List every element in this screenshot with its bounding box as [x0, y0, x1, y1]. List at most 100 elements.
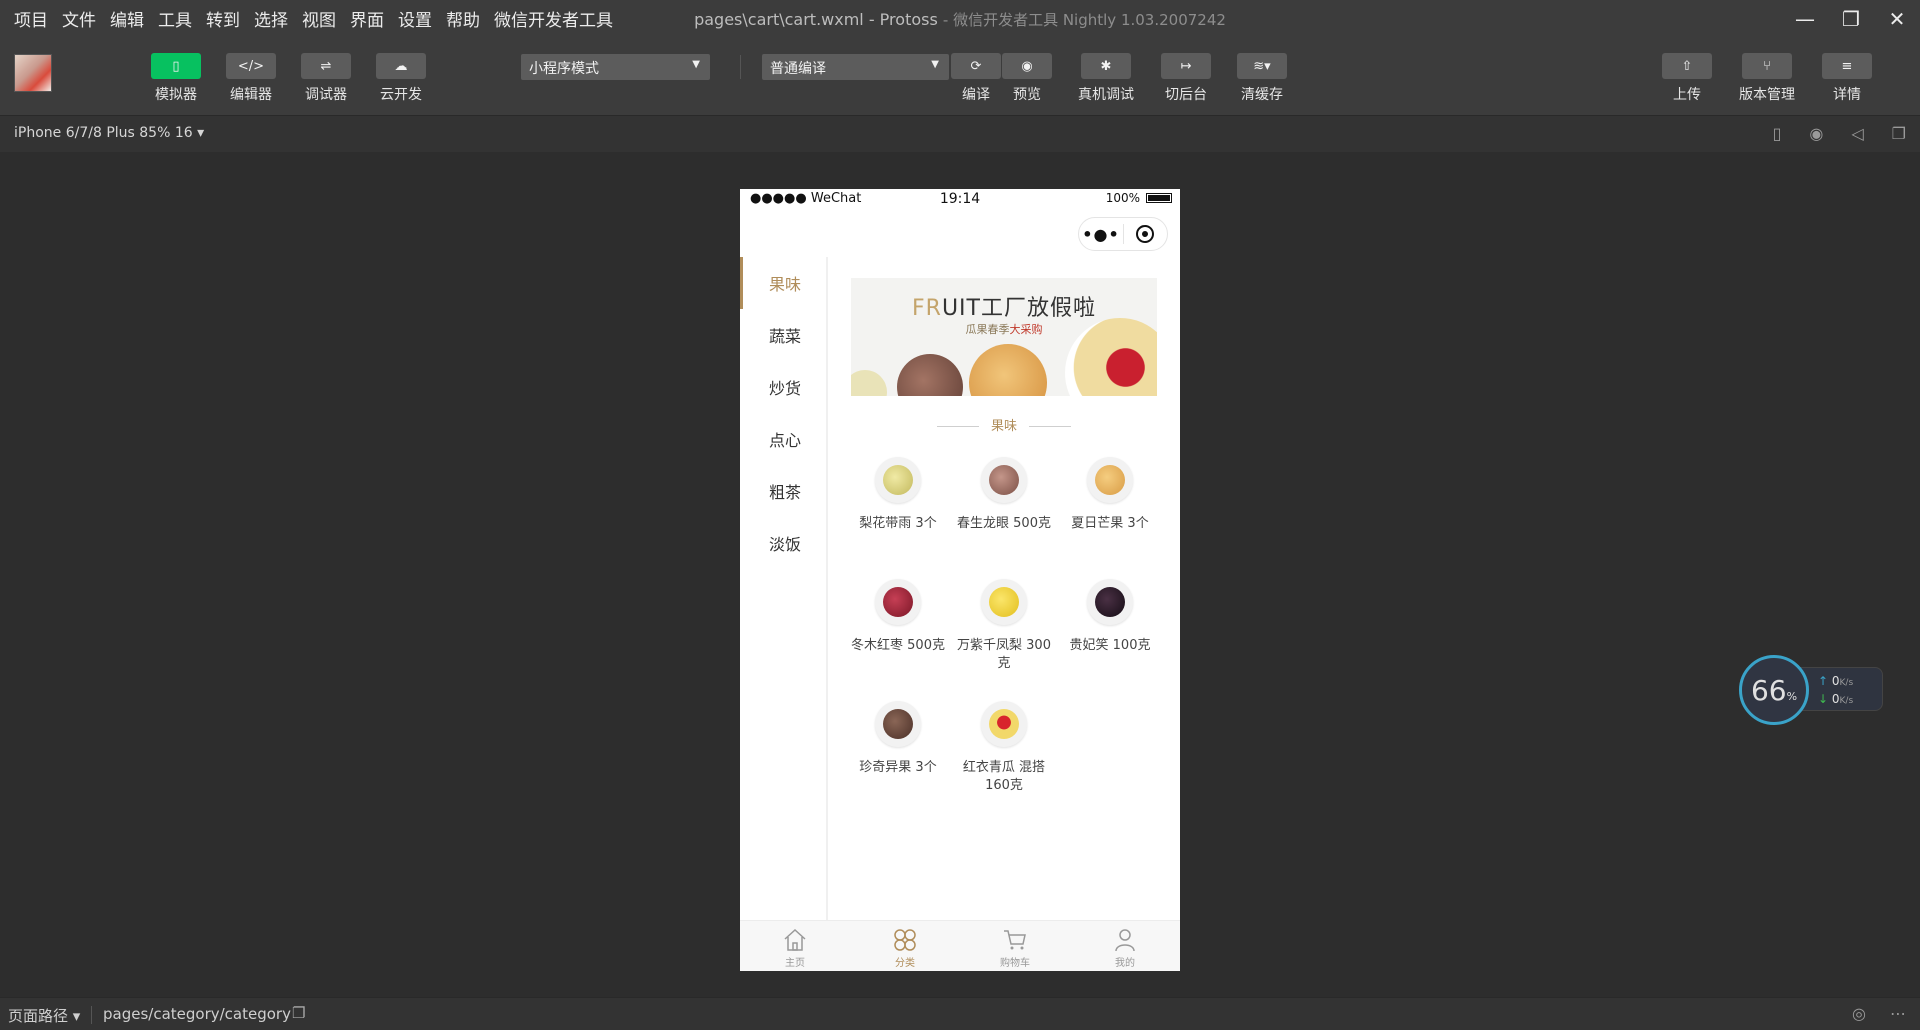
- banner-fruit-image: [969, 344, 1047, 396]
- tab-home[interactable]: 主页: [740, 921, 850, 971]
- upload-button[interactable]: ⇧ 上传: [1662, 53, 1712, 104]
- cloud-label: 云开发: [380, 87, 422, 103]
- mini-program-capsule: •●•: [1078, 217, 1168, 251]
- menu-interface[interactable]: 界面: [350, 6, 384, 31]
- tab-category[interactable]: 分类: [850, 921, 960, 971]
- product-item[interactable]: 冬木红枣 500克: [845, 579, 951, 687]
- battery-status: 100%: [1106, 191, 1172, 205]
- category-icon: [894, 929, 916, 951]
- tab-mine-label: 我的: [1115, 958, 1135, 969]
- compile-mode-value: 普通编译: [770, 61, 826, 77]
- more-icon[interactable]: •●•: [1079, 225, 1123, 244]
- simulator-button[interactable]: ▯ 模拟器: [151, 53, 201, 104]
- cloud-button[interactable]: ☁ 云开发: [376, 53, 426, 104]
- product-image: [875, 457, 921, 503]
- editor-button[interactable]: </> 编辑器: [226, 53, 276, 104]
- product-image: [981, 579, 1027, 625]
- product-item[interactable]: 万紫千凤梨 300克: [951, 579, 1057, 687]
- user-avatar[interactable]: [14, 54, 52, 92]
- tab-mine[interactable]: 我的: [1070, 921, 1180, 971]
- sound-icon[interactable]: ◁: [1851, 124, 1863, 143]
- version-button[interactable]: ⑂ 版本管理: [1739, 53, 1795, 104]
- network-speed-widget[interactable]: ↑ 0K/s ↓ 0K/s 66%: [1739, 655, 1884, 725]
- category-item[interactable]: 果味: [740, 257, 826, 309]
- battery-percent: 100%: [1105, 191, 1140, 205]
- phone-simulator: ●●●●● WeChat 19:14 100% •●• 果味 蔬菜 炒货 点心 …: [740, 189, 1180, 971]
- page-path-toggle[interactable]: 页面路径 ▾: [8, 1005, 80, 1026]
- product-name: 冬木红枣 500克: [851, 638, 945, 653]
- product-name: 夏日芒果 3个: [1071, 516, 1149, 531]
- copy-icon[interactable]: ❐: [292, 1004, 305, 1022]
- phone-rotate-icon[interactable]: ▯: [1773, 124, 1782, 143]
- menu-tools[interactable]: 工具: [158, 6, 192, 31]
- category-item[interactable]: 点心: [740, 413, 826, 465]
- minimize-button[interactable]: —: [1782, 0, 1828, 37]
- menu-bar: 项目 文件 编辑 工具 转到 选择 视图 界面 设置 帮助 微信开发者工具: [14, 0, 613, 37]
- chevron-down-icon: ▼: [931, 59, 939, 70]
- arrow-down-icon: ↓: [1818, 692, 1829, 706]
- menu-settings[interactable]: 设置: [398, 6, 432, 31]
- product-item[interactable]: 夏日芒果 3个: [1057, 457, 1163, 565]
- banner-title: FRUIT工厂放假啦: [912, 296, 1096, 321]
- more-icon[interactable]: ⋯: [1890, 1004, 1906, 1023]
- tab-category-label: 分类: [895, 958, 915, 969]
- menu-devtools[interactable]: 微信开发者工具: [494, 6, 613, 31]
- detach-window-icon[interactable]: ❐: [1892, 124, 1906, 143]
- debugger-label: 调试器: [305, 87, 347, 103]
- refresh-icon: ⟳: [951, 53, 1001, 79]
- remote-debug-button[interactable]: ✱ 真机调试: [1078, 53, 1134, 104]
- tab-cart-label: 购物车: [1000, 958, 1030, 969]
- category-sidebar: 果味 蔬菜 炒货 点心 粗茶 淡饭: [740, 257, 828, 920]
- compile-mode-select[interactable]: 普通编译 ▼: [762, 54, 949, 80]
- background-button[interactable]: ↦ 切后台: [1161, 53, 1211, 104]
- mode-select[interactable]: 小程序模式 ▼: [521, 54, 710, 80]
- cpu-percent: 66%: [1739, 655, 1809, 725]
- close-capsule-button[interactable]: [1124, 225, 1167, 243]
- menu-select[interactable]: 选择: [254, 6, 288, 31]
- eye-icon[interactable]: ◎: [1852, 1004, 1866, 1023]
- menu-project[interactable]: 项目: [14, 6, 48, 31]
- debugger-button[interactable]: ⇌ 调试器: [301, 53, 351, 104]
- menu-view[interactable]: 视图: [302, 6, 336, 31]
- product-image: [1087, 579, 1133, 625]
- product-item[interactable]: 珍奇异果 3个: [845, 701, 951, 809]
- category-item[interactable]: 粗茶: [740, 465, 826, 517]
- menu-goto[interactable]: 转到: [206, 6, 240, 31]
- compile-label: 编译: [962, 87, 990, 103]
- home-icon: [784, 928, 806, 951]
- category-item[interactable]: 蔬菜: [740, 309, 826, 361]
- product-name: 珍奇异果 3个: [859, 760, 937, 775]
- product-image: [875, 701, 921, 747]
- window-title-main: pages\cart\cart.wxml - Protoss: [694, 10, 938, 29]
- menu-edit[interactable]: 编辑: [110, 6, 144, 31]
- close-button[interactable]: ✕: [1874, 0, 1920, 37]
- code-icon: </>: [226, 53, 276, 79]
- category-item[interactable]: 淡饭: [740, 517, 826, 569]
- product-name: 贵妃笑 100克: [1069, 638, 1151, 653]
- product-name: 红衣青瓜 混搭160克: [962, 760, 1046, 793]
- device-tools: ▯ ◉ ◁ ❐: [1773, 124, 1906, 143]
- maximize-button[interactable]: ❐: [1828, 0, 1874, 37]
- compile-button[interactable]: ⟳ 编译: [951, 53, 1001, 104]
- promo-banner[interactable]: FRUIT工厂放假啦 瓜果春季大采购: [851, 278, 1157, 396]
- battery-icon: [1146, 193, 1172, 203]
- product-item[interactable]: 梨花带雨 3个: [845, 457, 951, 565]
- product-image: [1087, 457, 1133, 503]
- editor-label: 编辑器: [230, 87, 272, 103]
- category-item[interactable]: 炒货: [740, 361, 826, 413]
- background-label: 切后台: [1165, 87, 1207, 103]
- details-button[interactable]: ≡ 详情: [1822, 53, 1872, 104]
- product-item[interactable]: 贵妃笑 100克: [1057, 579, 1163, 687]
- device-select[interactable]: iPhone 6/7/8 Plus 85% 16 ▾: [14, 125, 204, 141]
- download-speed: ↓ 0K/s: [1818, 692, 1854, 706]
- record-icon[interactable]: ◉: [1809, 124, 1823, 143]
- page-path: pages/category/category: [103, 1005, 291, 1023]
- menu-help[interactable]: 帮助: [446, 6, 480, 31]
- menu-file[interactable]: 文件: [62, 6, 96, 31]
- upload-label: 上传: [1673, 87, 1701, 103]
- preview-button[interactable]: ◉ 预览: [1002, 53, 1052, 104]
- clear-cache-button[interactable]: ≋▾ 清缓存: [1237, 53, 1287, 104]
- tab-cart[interactable]: 购物车: [960, 921, 1070, 971]
- product-item[interactable]: 红衣青瓜 混搭160克: [951, 701, 1057, 809]
- product-item[interactable]: 春生龙眼 500克: [951, 457, 1057, 565]
